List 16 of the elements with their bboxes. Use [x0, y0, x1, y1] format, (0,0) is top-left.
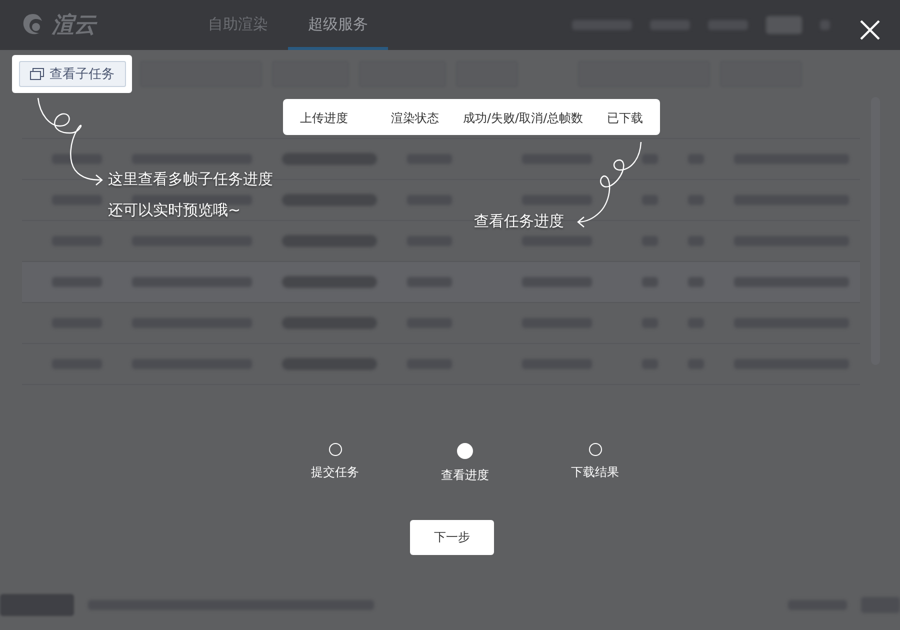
next-button[interactable]: 下一步 [410, 520, 494, 555]
column-header: 已下载 [607, 110, 643, 127]
windows-icon [30, 68, 44, 80]
close-icon[interactable] [858, 18, 882, 42]
logo-text: 渲云 [52, 12, 96, 40]
hint-text: 查看任务进度 [474, 212, 564, 231]
view-subtasks-button[interactable]: 查看子任务 [18, 61, 126, 87]
nav-tab[interactable]: 超级服务 [288, 0, 388, 50]
column-header: 上传进度 [300, 110, 348, 127]
column-header: 成功/失败/取消/总帧数 [463, 110, 584, 127]
step-label: 提交任务 [311, 464, 359, 481]
column-header: 渲染状态 [391, 110, 439, 127]
step-label: 查看进度 [441, 467, 489, 484]
step-label: 下载结果 [571, 464, 619, 481]
hint-text: 还可以实时预览哦~ [108, 201, 241, 220]
hint-text: 这里查看多帧子任务进度 [108, 170, 273, 189]
